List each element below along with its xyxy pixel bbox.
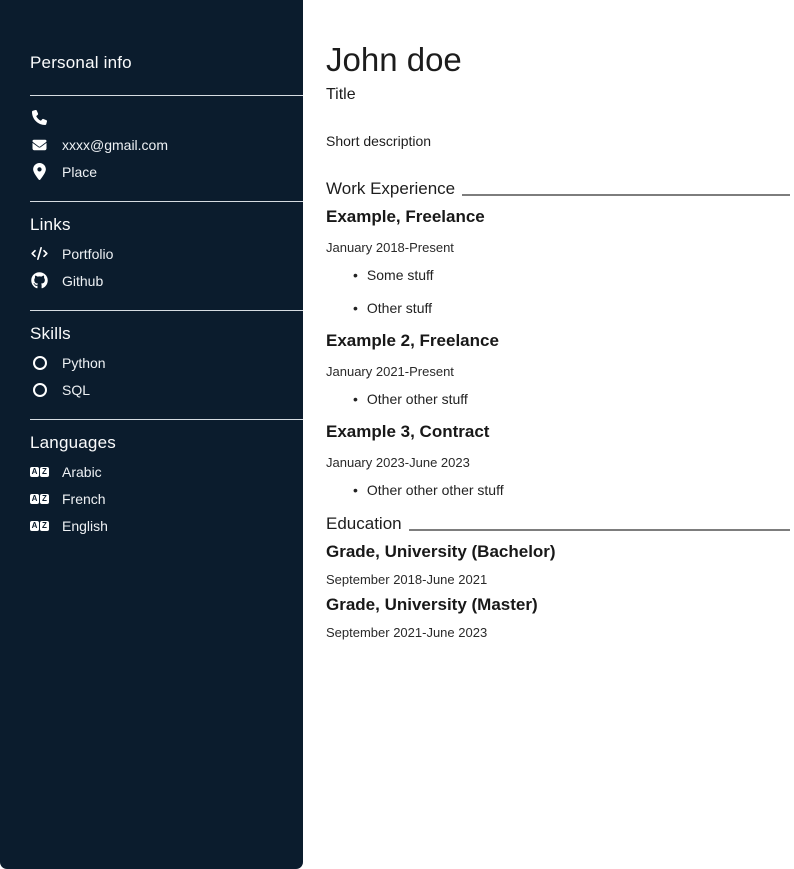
contact-label: xxxx@gmail.com bbox=[62, 137, 168, 153]
contact-label: Place bbox=[62, 164, 97, 180]
contact-item-email[interactable]: xxxx@gmail.com bbox=[0, 131, 303, 158]
sidebar: Personal info xxxx@gmail.com Place bbox=[0, 0, 303, 869]
entry-period: January 2018-Present bbox=[326, 240, 790, 255]
sidebar-section-personal-info: Personal info xxxx@gmail.com Place bbox=[0, 53, 303, 185]
entry-degree: Grade, University (Bachelor) bbox=[326, 542, 790, 562]
person-title: Title bbox=[326, 85, 790, 104]
links-heading: Links bbox=[0, 215, 303, 235]
education-heading: Education bbox=[326, 514, 790, 534]
resume-main: John doe Title Short description Work Ex… bbox=[303, 0, 794, 869]
person-name: John doe bbox=[326, 42, 790, 78]
link-item-github[interactable]: Github bbox=[0, 267, 303, 294]
work-entry: Example, Freelance January 2018-Present … bbox=[326, 207, 790, 317]
link-label: Portfolio bbox=[62, 246, 113, 262]
skill-item: SQL bbox=[0, 376, 303, 403]
skills-heading: Skills bbox=[0, 324, 303, 344]
personal-info-heading: Personal info bbox=[0, 53, 303, 73]
entry-period: September 2018-June 2021 bbox=[326, 572, 790, 587]
circle-icon bbox=[30, 383, 49, 397]
section-rule bbox=[409, 529, 790, 531]
languages-heading: Languages bbox=[0, 433, 303, 453]
entry-bullets: Other other stuff bbox=[326, 391, 790, 408]
language-label: English bbox=[62, 518, 108, 534]
work-entry: Example 2, Freelance January 2021-Presen… bbox=[326, 331, 790, 408]
entry-period: September 2021-June 2023 bbox=[326, 625, 790, 640]
bullet-item: Other other stuff bbox=[353, 391, 790, 408]
entry-period: January 2023-June 2023 bbox=[326, 455, 790, 470]
contact-item-place: Place bbox=[0, 158, 303, 185]
entry-period: January 2021-Present bbox=[326, 364, 790, 379]
link-item-portfolio[interactable]: Portfolio bbox=[0, 240, 303, 267]
location-pin-icon bbox=[30, 163, 49, 180]
section-title: Education bbox=[326, 514, 402, 534]
skill-item: Python bbox=[0, 349, 303, 376]
language-item: AZ French bbox=[0, 485, 303, 512]
sidebar-section-links: Links Portfolio Github bbox=[0, 201, 303, 294]
entry-role: Example, Freelance bbox=[326, 207, 790, 227]
entry-bullets: Some stuff Other stuff bbox=[326, 267, 790, 317]
envelope-icon bbox=[30, 138, 49, 152]
bullet-item: Some stuff bbox=[353, 267, 790, 284]
language-label: Arabic bbox=[62, 464, 102, 480]
contact-item-phone bbox=[0, 104, 303, 131]
bullet-item: Other other other stuff bbox=[353, 482, 790, 499]
language-label: French bbox=[62, 491, 106, 507]
link-label: Github bbox=[62, 273, 103, 289]
language-item: AZ Arabic bbox=[0, 458, 303, 485]
circle-icon bbox=[30, 356, 49, 370]
phone-icon bbox=[30, 110, 49, 125]
sidebar-section-languages: Languages AZ Arabic AZ French AZ English bbox=[0, 419, 303, 539]
sidebar-divider bbox=[30, 310, 303, 311]
work-entry: Example 3, Contract January 2023-June 20… bbox=[326, 422, 790, 499]
education-entry: Grade, University (Master) September 202… bbox=[326, 595, 790, 640]
skill-label: SQL bbox=[62, 382, 90, 398]
entry-role: Example 3, Contract bbox=[326, 422, 790, 442]
sidebar-divider bbox=[30, 201, 303, 202]
section-title: Work Experience bbox=[326, 179, 455, 199]
skill-label: Python bbox=[62, 355, 106, 371]
language-icon: AZ bbox=[30, 467, 49, 477]
education-entry: Grade, University (Bachelor) September 2… bbox=[326, 542, 790, 587]
short-description: Short description bbox=[326, 133, 790, 150]
entry-role: Example 2, Freelance bbox=[326, 331, 790, 351]
language-icon: AZ bbox=[30, 521, 49, 531]
language-icon: AZ bbox=[30, 494, 49, 504]
github-icon bbox=[30, 272, 49, 289]
entry-degree: Grade, University (Master) bbox=[326, 595, 790, 615]
code-icon bbox=[30, 247, 49, 260]
bullet-item: Other stuff bbox=[353, 300, 790, 317]
entry-bullets: Other other other stuff bbox=[326, 482, 790, 499]
sidebar-divider bbox=[30, 419, 303, 420]
language-item: AZ English bbox=[0, 512, 303, 539]
section-rule bbox=[462, 194, 790, 196]
work-experience-heading: Work Experience bbox=[326, 179, 790, 199]
sidebar-section-skills: Skills Python SQL bbox=[0, 310, 303, 403]
